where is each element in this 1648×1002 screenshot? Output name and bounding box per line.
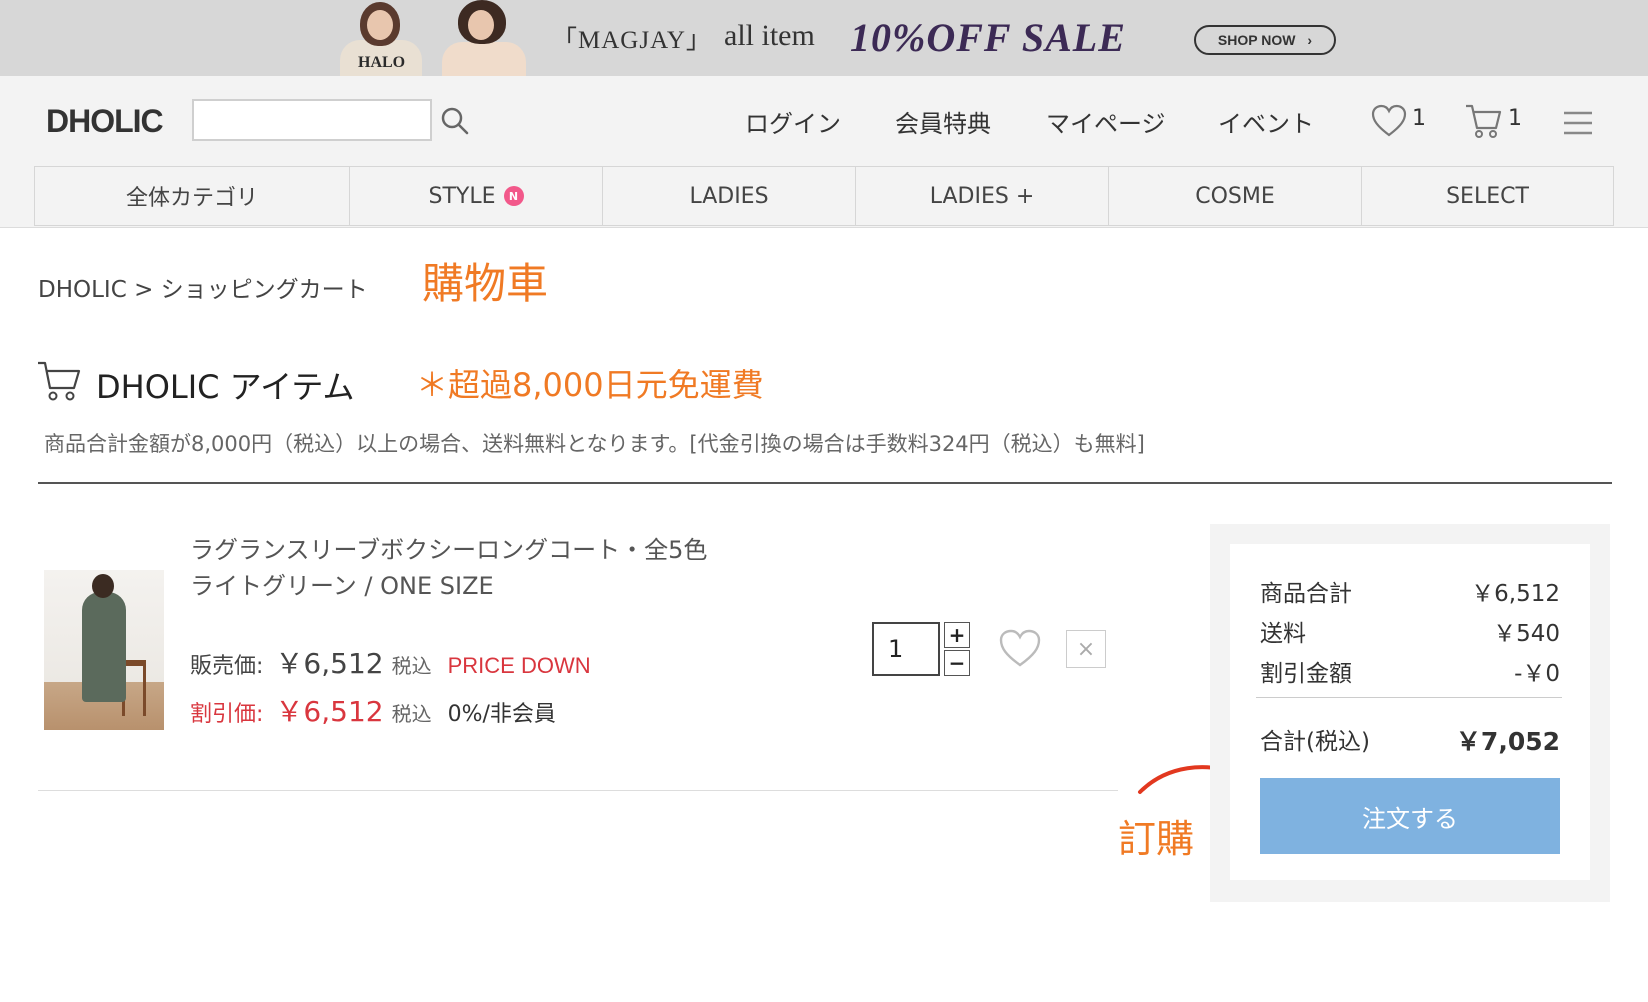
total-label: 合計(税込) [1260, 729, 1370, 755]
summary-label: 商品合計 [1260, 581, 1352, 607]
tab-label: LADIES [689, 183, 769, 209]
annotation-cart: 購物車 [422, 259, 549, 308]
nav-mypage[interactable]: マイページ [1046, 104, 1166, 139]
tab-ladies[interactable]: LADIES [602, 166, 855, 226]
summary-row-shipping: 送料 ￥540 [1260, 614, 1560, 648]
shop-now-label: SHOP NOW [1217, 32, 1296, 48]
summary-value: -￥0 [1514, 661, 1560, 687]
search-icon[interactable] [440, 106, 470, 136]
summary-row-discount: 割引金額 -￥0 [1260, 654, 1560, 688]
quantity-decrease-button[interactable]: − [944, 650, 970, 676]
quantity-increase-button[interactable]: + [944, 622, 970, 648]
nav-login[interactable]: ログイン [745, 104, 841, 139]
category-nav: 全体カテゴリ STYLE N LADIES LADIES + COSME SEL… [34, 166, 1614, 226]
search-input[interactable] [192, 99, 432, 141]
chevron-right-icon: › [1307, 32, 1313, 48]
summary-value: ￥6,512 [1471, 581, 1560, 607]
summary-label: 割引金額 [1260, 661, 1352, 687]
sale-price: ￥6,512 [275, 647, 384, 680]
discount-price-label: 割引価: [190, 702, 264, 727]
tax-label: 税込 [391, 654, 432, 678]
shipping-notice: 商品合計金額が8,000円（税込）以上の場合、送料無料となります。[代金引換の場… [44, 432, 1145, 456]
tab-label: COSME [1195, 183, 1275, 209]
banner-models-image: HALO [330, 0, 530, 76]
annotation-free-shipping: ＊超過8,000日元免運費 [416, 366, 764, 404]
banner-all-item: all item [724, 19, 815, 52]
sale-price-row: 販売価: ￥6,512 税込 PRICE DOWN [190, 642, 591, 682]
divider [1256, 697, 1562, 698]
hamburger-menu-icon[interactable] [1562, 110, 1594, 136]
discount-price: ￥6,512 [275, 695, 384, 728]
site-logo[interactable]: DHOLIC [46, 103, 164, 140]
wishlist-count: 1 [1412, 106, 1426, 131]
summary-value: ￥540 [1493, 621, 1560, 647]
heart-icon[interactable] [998, 628, 1042, 668]
total-value: ￥7,052 [1455, 727, 1560, 756]
product-image[interactable] [44, 570, 164, 730]
sale-price-label: 販売価: [190, 654, 264, 679]
discount-price-row: 割引価: ￥6,512 税込 0%/非会員 [190, 690, 556, 730]
annotation-order: 訂購 [1118, 817, 1195, 861]
banner-sale-text: 10%OFF SALE [850, 15, 1126, 60]
remove-item-button[interactable]: × [1066, 630, 1106, 668]
tab-label: STYLE [428, 183, 496, 209]
quantity-input[interactable] [872, 622, 940, 676]
tab-cosme[interactable]: COSME [1108, 166, 1361, 226]
section-title: DHOLIC アイテム [96, 368, 355, 406]
tab-style[interactable]: STYLE N [349, 166, 602, 226]
shop-now-button[interactable]: SHOP NOW › [1194, 25, 1336, 55]
tax-label: 税込 [391, 702, 432, 726]
tab-label: SELECT [1446, 183, 1529, 209]
tab-ladies-plus[interactable]: LADIES + [855, 166, 1108, 226]
tab-label: 全体カテゴリ [125, 186, 258, 211]
promo-banner[interactable]: HALO 「MAGJAY」 all item 10%OFF SALE SHOP … [0, 0, 1648, 76]
divider [38, 482, 1612, 484]
nav-event[interactable]: イベント [1218, 104, 1314, 139]
cart-count: 1 [1508, 106, 1522, 131]
nav-member-benefits[interactable]: 会員特典 [895, 104, 991, 139]
sweater-text: HALO [358, 54, 406, 71]
summary-row-subtotal: 商品合計 ￥6,512 [1260, 574, 1560, 608]
product-name[interactable]: ラグランスリーブボクシーロングコート・全5色 [190, 530, 707, 565]
product-option: ライトグリーン / ONE SIZE [190, 572, 494, 600]
new-badge: N [503, 186, 524, 206]
summary-row-total: 合計(税込) ￥7,052 [1260, 722, 1560, 758]
tab-select[interactable]: SELECT [1361, 166, 1614, 226]
breadcrumb[interactable]: DHOLIC > ショッピングカート [38, 270, 368, 304]
divider [38, 790, 1118, 791]
heart-icon[interactable] [1371, 104, 1407, 138]
order-button[interactable]: 注文する [1260, 778, 1560, 854]
summary-label: 送料 [1260, 621, 1306, 647]
banner-brand: 「MAGJAY」 [552, 27, 712, 54]
close-icon: × [1076, 636, 1096, 662]
tab-label: LADIES + [929, 183, 1035, 209]
cart-icon[interactable] [1464, 102, 1502, 140]
cart-icon [38, 361, 81, 401]
price-down-badge: PRICE DOWN [447, 653, 591, 678]
member-rate: 0%/非会員 [447, 702, 556, 727]
tab-all-categories[interactable]: 全体カテゴリ [34, 166, 349, 226]
